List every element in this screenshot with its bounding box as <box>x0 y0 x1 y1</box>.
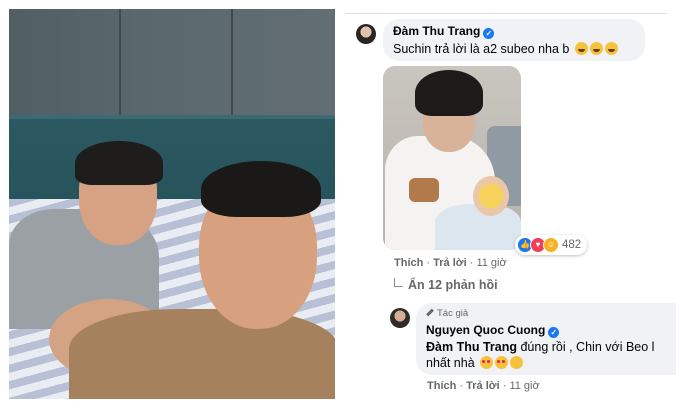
reply-like-action[interactable]: Thích <box>427 380 456 392</box>
reply-body-line2: nhất nhà <box>426 356 475 370</box>
grin-squint-emoji-icon <box>604 42 618 55</box>
verified-icon: ✓ <box>483 28 495 39</box>
pen-icon <box>426 308 434 317</box>
comment-photo-emoji-cover <box>473 176 509 216</box>
comment-text: Suchin trả lời là a2 subeo nha b <box>393 42 618 56</box>
reply-author-avatar[interactable] <box>390 308 410 328</box>
commenter-name-text[interactable]: Đàm Thu Trang <box>393 24 480 38</box>
author-badge: Tác giả <box>426 308 468 319</box>
top-divider <box>345 13 667 14</box>
reply-author-name-text[interactable]: Nguyen Quoc Cuong <box>426 323 545 337</box>
reply-mention[interactable]: Đàm Thu Trang <box>426 340 517 354</box>
smiling-hearts-emoji-icon <box>495 356 509 369</box>
author-badge-text: Tác giả <box>437 308 469 319</box>
reaction-summary[interactable]: 👍 ♥ ☺ 482 <box>515 235 588 255</box>
commenter-name[interactable]: Đàm Thu Trang ✓ <box>393 24 495 39</box>
verified-icon: ✓ <box>548 327 560 338</box>
comment-body: Suchin trả lời là a2 subeo nha b <box>393 42 570 56</box>
reply-author-name[interactable]: Nguyen Quoc Cuong ✓ <box>426 323 560 338</box>
reply-arrow-icon <box>394 278 403 287</box>
comment-photo-bear-print <box>409 178 439 202</box>
heart-eyes-emoji-icon <box>480 356 494 369</box>
reply-text-line1: Đàm Thu Trang đúng rồi , Chin với Beo l <box>426 340 654 354</box>
photo-boy-hair <box>75 141 163 185</box>
selfie-photo[interactable] <box>9 9 335 399</box>
hide-replies-text[interactable]: Ẩn 12 phản hồi <box>408 278 498 292</box>
reply-action[interactable]: Trả lời <box>433 257 467 269</box>
hide-replies-link[interactable]: Ẩn 12 phản hồi <box>394 278 498 292</box>
reply-bubble: Tác giả Nguyen Quoc Cuong ✓ Đàm Thu Trang… <box>416 303 676 375</box>
comment-time[interactable]: 11 giờ <box>476 257 506 269</box>
photo-man-hair <box>201 161 321 217</box>
reply-text-line2: nhất nhà <box>426 356 524 370</box>
reply-time[interactable]: 11 giờ <box>509 380 539 392</box>
comment-photo-boy-hair <box>415 70 483 116</box>
like-action[interactable]: Thích <box>394 257 423 269</box>
comment-photo[interactable] <box>383 66 521 250</box>
grin-squint-emoji-icon <box>589 42 603 55</box>
comment-actions: Thích · Trả lời · 11 giờ <box>394 257 507 269</box>
comment-bubble: Đàm Thu Trang ✓ Suchin trả lời là a2 sube… <box>383 19 645 61</box>
reply-body-line1: đúng rồi , Chin với Beo l <box>520 340 655 354</box>
photo-man-shirt <box>69 309 335 399</box>
commenter-avatar[interactable] <box>356 24 376 44</box>
grin-squint-emoji-icon <box>574 42 588 55</box>
reply-actions: Thích · Trả lời · 11 giờ <box>427 380 540 392</box>
haha-reaction-icon: ☺ <box>543 237 559 253</box>
kissing-emoji-icon <box>510 356 524 369</box>
reply-reply-action[interactable]: Trả lời <box>466 380 500 392</box>
reaction-count: 482 <box>562 239 582 251</box>
